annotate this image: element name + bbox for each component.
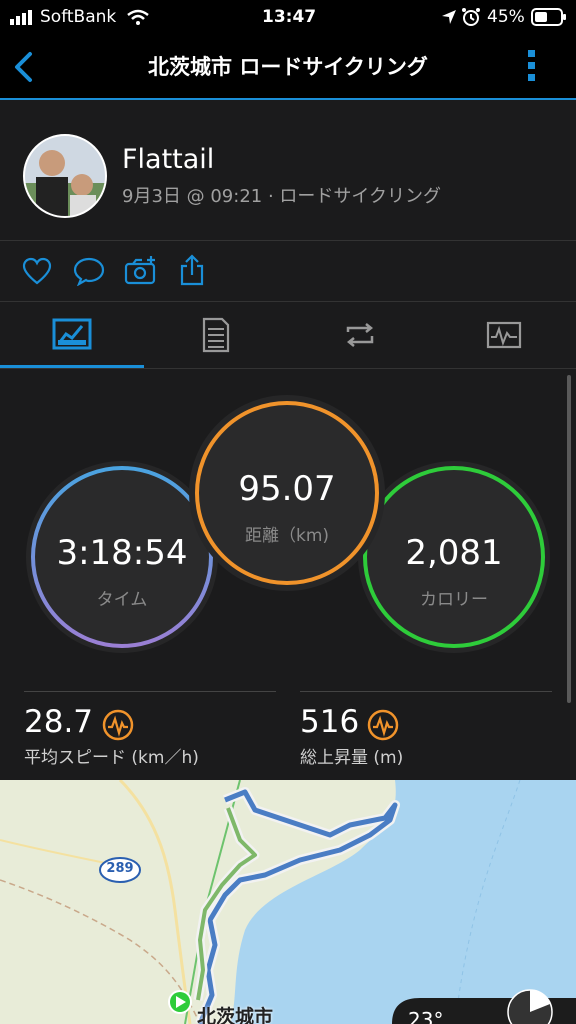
avatar[interactable] — [22, 133, 108, 219]
charts-icon — [486, 321, 522, 349]
location-icon — [442, 10, 456, 24]
tab-laps[interactable] — [288, 302, 432, 368]
athlete-name[interactable]: Flattail — [122, 144, 214, 175]
weather-temp: 23° — [408, 1008, 444, 1024]
alarm-icon — [462, 8, 480, 26]
route-number-badge: 289 — [106, 861, 134, 876]
signal-icon — [10, 10, 32, 25]
comment-icon[interactable] — [73, 256, 105, 286]
add-photo-icon[interactable] — [124, 255, 158, 285]
time-value: 3:18:54 — [56, 533, 188, 573]
stats-list-icon — [202, 317, 230, 353]
activity-header: Flattail 9月3日 @ 09:21 · ロードサイクリング — [0, 100, 576, 241]
nav-bar: 北茨城市 ロードサイクリング — [0, 36, 576, 100]
battery-percent: 45% — [487, 7, 525, 27]
activity-meta: 9月3日 @ 09:21 · ロードサイクリング — [122, 186, 442, 207]
scrollbar[interactable] — [567, 375, 571, 703]
route-map[interactable]: 289 北茨城市 23° — [0, 780, 576, 1024]
social-actions — [0, 241, 576, 302]
battery-icon — [531, 8, 566, 26]
wifi-icon — [127, 9, 149, 25]
distance-value: 95.07 — [238, 469, 336, 509]
map-canvas — [0, 780, 576, 1024]
clock: 13:47 — [262, 7, 317, 27]
overview-icon — [52, 318, 92, 349]
page-title: 北茨城市 ロードサイクリング — [148, 55, 428, 79]
distance-label: 距離（km) — [244, 526, 330, 546]
performance-icon[interactable] — [102, 709, 134, 741]
laps-icon — [346, 323, 374, 347]
divider — [300, 691, 552, 692]
more-menu-icon[interactable] — [526, 48, 538, 84]
time-label: タイム — [96, 590, 148, 610]
stat-rings — [26, 395, 550, 653]
elevation-label: 総上昇量 (m) — [300, 748, 404, 768]
share-icon[interactable] — [178, 254, 206, 286]
city-label: 北茨城市 — [197, 1006, 274, 1024]
calories-label: カロリー — [420, 590, 488, 610]
tab-stats[interactable] — [144, 302, 288, 368]
status-bar: SoftBank 13:47 45% — [0, 0, 576, 36]
performance-icon[interactable] — [367, 709, 399, 741]
divider — [24, 691, 276, 692]
summary-stats: 3:18:54 タイム 95.07 距離（km) 2,081 カロリー 28.7… — [0, 369, 576, 779]
tab-overview[interactable] — [0, 302, 144, 368]
activity-tabs — [0, 302, 576, 369]
like-heart-icon[interactable] — [22, 257, 52, 285]
tab-charts[interactable] — [432, 302, 576, 368]
calories-value: 2,081 — [405, 533, 503, 573]
avg-speed-value: 28.7 — [24, 704, 94, 740]
avg-speed-label: 平均スピード (km／h) — [24, 748, 199, 768]
elevation-value: 516 — [300, 704, 360, 740]
carrier-label: SoftBank — [40, 7, 117, 27]
